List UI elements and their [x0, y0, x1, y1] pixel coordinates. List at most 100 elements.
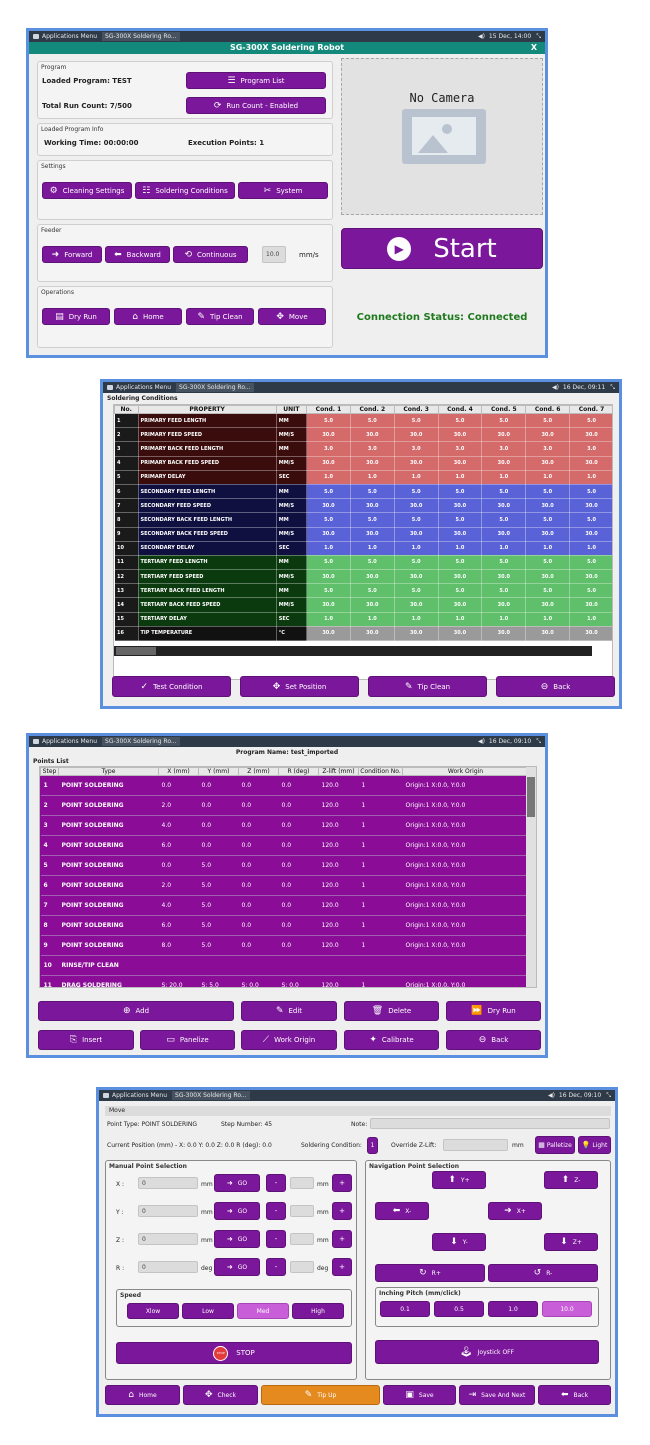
cell-unit[interactable]: MM — [275, 583, 308, 599]
cell-value[interactable]: 30.0 — [306, 569, 351, 585]
cell-value[interactable]: 5.0 — [349, 483, 395, 500]
speed-button-xlow[interactable]: Xlow — [127, 1303, 179, 1319]
cell-value[interactable]: 30.0 — [569, 569, 612, 585]
volume-icon[interactable]: ◀) — [552, 384, 559, 391]
axis-value-input[interactable]: 0 — [138, 1177, 198, 1189]
cell-value[interactable]: 30.0 — [481, 569, 527, 585]
cell-value[interactable]: 1.0 — [525, 611, 571, 627]
cell-value[interactable]: 1.0 — [437, 540, 483, 556]
cell[interactable]: RINSE/TIP CLEAN — [58, 955, 159, 976]
cell-value[interactable]: 5.0 — [349, 583, 395, 599]
panelize-button[interactable]: ▭ Panelize — [140, 1030, 235, 1050]
cell-value[interactable]: 5.0 — [525, 554, 571, 571]
cell[interactable] — [318, 955, 359, 976]
increment-button[interactable]: + — [332, 1258, 352, 1276]
cell[interactable]: Origin:1 X:0.0, Y:0.0 — [402, 855, 529, 876]
cell[interactable]: 1 — [358, 935, 403, 956]
cell-value[interactable]: 5.0 — [481, 483, 527, 500]
cell-value[interactable]: 30.0 — [349, 569, 395, 585]
cell-no[interactable]: 4 — [114, 455, 139, 471]
apps-menu[interactable]: Applications Menu — [116, 384, 171, 391]
cell[interactable]: 6.0 — [158, 915, 199, 936]
cell-value[interactable]: 5.0 — [306, 512, 351, 528]
table-row[interactable]: 14 TERTIARY BACK FEED SPEED MM/S 30.0 30.0 30… — [114, 597, 612, 613]
cell[interactable]: 5.0 — [198, 935, 239, 956]
cell[interactable]: POINT SOLDERING — [58, 895, 159, 916]
cell[interactable]: 4.0 — [158, 895, 199, 916]
home-button[interactable]: ⌂ Home — [114, 308, 182, 325]
table-row[interactable]: 5 PRIMARY DELAY SEC 1.0 1.0 1.0 1.0 1.0 1.0 1.0 — [114, 469, 612, 485]
volume-icon[interactable]: ◀) — [478, 33, 485, 40]
table-row[interactable]: 6 SECONDARY FEED LENGTH MM 5.0 5.0 5.0 5.0 5.0 5… — [114, 483, 612, 500]
cell-value[interactable]: 3.0 — [393, 441, 439, 457]
cell-value[interactable]: 5.0 — [481, 583, 527, 599]
program-list-button[interactable]: ☰ Program List — [186, 72, 326, 89]
cell-unit[interactable]: MM — [275, 554, 308, 571]
cleaning-settings-button[interactable]: ⚙ Cleaning Settings — [42, 182, 132, 199]
step-input[interactable] — [290, 1205, 314, 1217]
resize-icon[interactable]: ⤡ — [610, 384, 615, 392]
cell-value[interactable]: 3.0 — [437, 441, 483, 457]
cell-value[interactable]: 5.0 — [525, 483, 571, 500]
cell-value[interactable]: 30.0 — [569, 526, 612, 542]
apps-menu-icon[interactable] — [103, 1093, 109, 1098]
cell[interactable]: 120.0 — [318, 895, 359, 916]
cell-prop[interactable]: SECONDARY BACK FEED SPEED — [137, 526, 277, 542]
cell-value[interactable]: 1.0 — [481, 540, 527, 556]
step-input[interactable] — [290, 1261, 314, 1273]
table-row[interactable]: 10 RINSE/TIP CLEAN — [40, 955, 529, 976]
cell[interactable]: POINT SOLDERING — [58, 835, 159, 856]
cell[interactable]: 120.0 — [318, 855, 359, 876]
cell-value[interactable]: 30.0 — [481, 498, 527, 514]
speed-button-low[interactable]: Low — [182, 1303, 234, 1319]
cell-value[interactable]: 30.0 — [306, 498, 351, 514]
insert-button[interactable]: ⎘ Insert — [38, 1030, 134, 1050]
cell[interactable]: 5.0 — [198, 915, 239, 936]
cell[interactable]: 5.0 — [198, 895, 239, 916]
cell-unit[interactable]: SEC — [275, 611, 308, 627]
speed-button-med[interactable]: Med — [237, 1303, 289, 1319]
table-row[interactable]: 5 POINT SOLDERING 0.0 5.0 0.0 0.0 120.0 1 Origin… — [40, 855, 529, 876]
table-row[interactable]: 4 POINT SOLDERING 6.0 0.0 0.0 0.0 120.0 1 Origin… — [40, 835, 529, 856]
cell-value[interactable]: 30.0 — [525, 597, 571, 613]
cell[interactable]: 0.0 — [238, 935, 279, 956]
cell-value[interactable]: 1.0 — [393, 611, 439, 627]
cell-no[interactable]: 1 — [114, 412, 139, 429]
cell-value[interactable]: 5.0 — [306, 554, 351, 571]
scrollbar-thumb[interactable] — [116, 647, 156, 655]
cell-value[interactable]: 30.0 — [393, 526, 439, 542]
cell[interactable]: 120.0 — [318, 875, 359, 896]
apps-menu[interactable]: Applications Menu — [112, 1092, 167, 1099]
continuous-button[interactable]: ⟲ Continuous — [173, 246, 248, 263]
table-row[interactable]: 13 TERTIARY BACK FEED LENGTH MM 5.0 5.0 5.0 5.… — [114, 583, 612, 599]
cell-no[interactable]: 11 — [114, 554, 139, 571]
cell-value[interactable]: 5.0 — [349, 512, 395, 528]
taskbar-tab[interactable]: SG-300X Soldering Ro... — [102, 32, 180, 41]
cell-value[interactable]: 30.0 — [349, 498, 395, 514]
cell[interactable]: 120.0 — [318, 795, 359, 816]
cell-value[interactable]: 1.0 — [525, 540, 571, 556]
add-button[interactable]: ⊕ Add — [38, 1001, 234, 1021]
taskbar-tab[interactable]: SG-300X Soldering Ro... — [102, 737, 180, 746]
cell-no[interactable]: 14 — [114, 597, 139, 613]
cell-value[interactable]: 30.0 — [525, 625, 571, 642]
table-row[interactable]: 9 POINT SOLDERING 8.0 5.0 0.0 0.0 120.0 1 Origin… — [40, 935, 529, 956]
cell[interactable]: 120.0 — [318, 815, 359, 836]
cell[interactable]: 1 — [358, 895, 403, 916]
cell[interactable]: 0.0 — [158, 775, 199, 796]
cell[interactable]: 2 — [40, 795, 59, 816]
z-plus-button[interactable]: ⬇ Z+ — [544, 1233, 598, 1251]
cell-value[interactable]: 30.0 — [525, 427, 571, 443]
cell-value[interactable]: 30.0 — [437, 526, 483, 542]
cell[interactable]: 5.0 — [198, 855, 239, 876]
cell-value[interactable]: 30.0 — [306, 455, 351, 471]
apps-menu[interactable]: Applications Menu — [42, 33, 97, 40]
x-minus-button[interactable]: ⬅ X- — [375, 1202, 429, 1220]
cell-unit[interactable]: MM — [275, 483, 308, 500]
dry-run-button[interactable]: ▤ Dry Run — [42, 308, 110, 325]
cell-unit[interactable]: MM/S — [275, 526, 308, 542]
cell-unit[interactable]: MM/S — [275, 427, 308, 443]
tip-clean-button[interactable]: ✎ Tip Clean — [368, 676, 487, 697]
table-row[interactable]: 8 SECONDARY BACK FEED LENGTH MM 5.0 5.0 5.0 5.… — [114, 512, 612, 528]
step-input[interactable] — [290, 1233, 314, 1245]
